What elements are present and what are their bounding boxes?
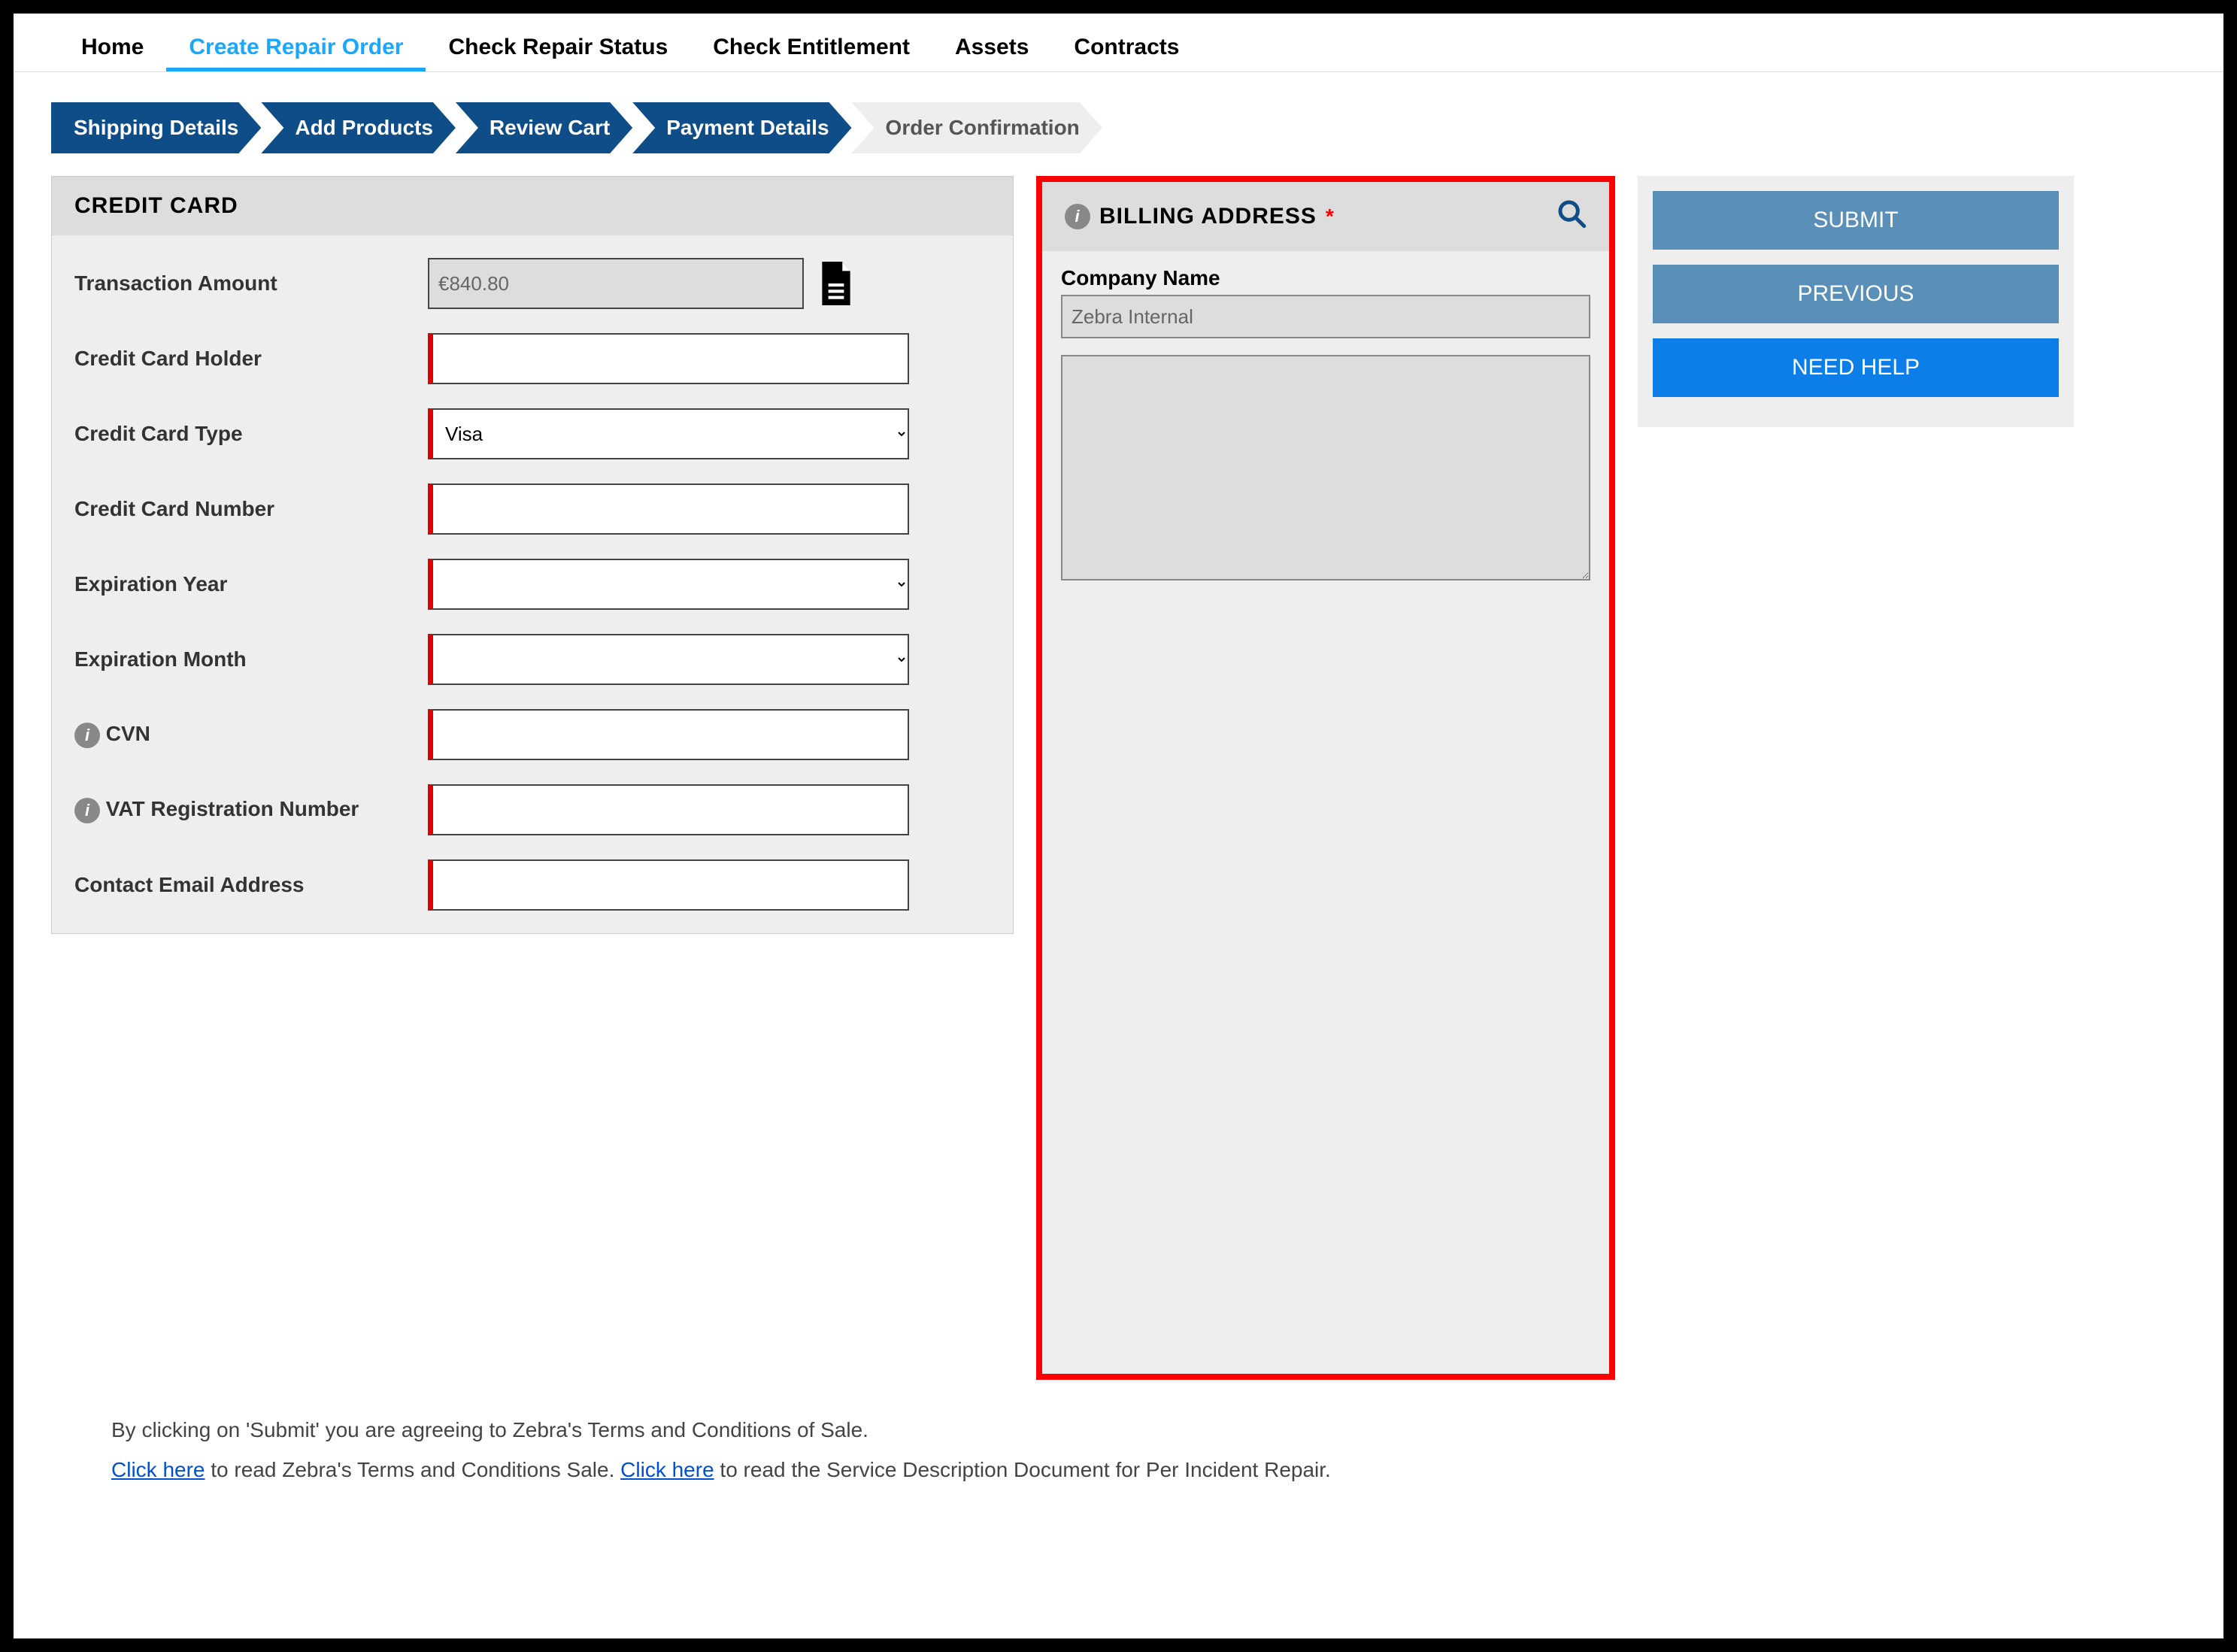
billing-address-panel: i BILLING ADDRESS * Company Name (1036, 176, 1615, 1380)
billing-address-textarea[interactable] (1061, 355, 1590, 580)
step-add-products[interactable]: Add Products (261, 102, 456, 153)
exp-month-select[interactable] (428, 634, 909, 685)
submit-button[interactable]: SUBMIT (1653, 191, 2059, 250)
cvn-label: i CVN (74, 722, 428, 748)
info-icon[interactable]: i (1065, 204, 1090, 229)
terms-link[interactable]: Click here (111, 1458, 205, 1481)
footer-mid1: to read Zebra's Terms and Conditions Sal… (205, 1458, 620, 1481)
nav-create-repair-order[interactable]: Create Repair Order (166, 27, 426, 71)
required-asterisk: * (1326, 205, 1335, 229)
footer-text: By clicking on 'Submit' you are agreeing… (51, 1380, 2186, 1505)
cc-type-select[interactable]: Visa (428, 408, 909, 459)
actions-panel: SUBMIT PREVIOUS NEED HELP (1638, 176, 2074, 427)
info-icon[interactable]: i (74, 798, 100, 823)
exp-year-select[interactable] (428, 559, 909, 610)
cvn-input[interactable] (428, 709, 909, 760)
billing-address-header: i BILLING ADDRESS * (1042, 182, 1609, 251)
email-input[interactable] (428, 859, 909, 911)
step-shipping-details[interactable]: Shipping Details (51, 102, 261, 153)
email-label: Contact Email Address (74, 873, 428, 897)
step-payment-details[interactable]: Payment Details (632, 102, 851, 153)
vat-label: i VAT Registration Number (74, 797, 428, 823)
company-name-label: Company Name (1061, 266, 1590, 290)
exp-year-label: Expiration Year (74, 572, 428, 596)
wizard-steps: Shipping Details Add Products Review Car… (51, 102, 2186, 153)
company-name-input (1061, 295, 1590, 338)
top-nav: Home Create Repair Order Check Repair St… (14, 14, 2223, 72)
vat-label-text: VAT Registration Number (106, 797, 359, 820)
footer-line1: By clicking on 'Submit' you are agreeing… (111, 1410, 2126, 1450)
nav-check-entitlement[interactable]: Check Entitlement (690, 27, 932, 71)
exp-month-label: Expiration Month (74, 647, 428, 671)
credit-card-panel: CREDIT CARD Transaction Amount Credit Ca… (51, 176, 1014, 934)
transaction-amount-label: Transaction Amount (74, 271, 428, 296)
transaction-amount-input (428, 258, 804, 309)
nav-check-repair-status[interactable]: Check Repair Status (426, 27, 690, 71)
cc-number-input[interactable] (428, 483, 909, 535)
document-icon[interactable] (817, 262, 855, 305)
search-icon[interactable] (1557, 199, 1587, 235)
cc-type-label: Credit Card Type (74, 422, 428, 446)
credit-card-title: CREDIT CARD (52, 177, 1013, 235)
step-review-cart[interactable]: Review Cart (456, 102, 632, 153)
cvn-label-text: CVN (106, 722, 150, 745)
cc-holder-label: Credit Card Holder (74, 347, 428, 371)
footer-mid2: to read the Service Description Document… (714, 1458, 1331, 1481)
cc-holder-input[interactable] (428, 333, 909, 384)
cc-number-label: Credit Card Number (74, 497, 428, 521)
step-order-confirmation: Order Confirmation (852, 102, 1102, 153)
need-help-button[interactable]: NEED HELP (1653, 338, 2059, 397)
nav-contracts[interactable]: Contracts (1051, 27, 1202, 71)
service-desc-link[interactable]: Click here (620, 1458, 714, 1481)
vat-input[interactable] (428, 784, 909, 835)
info-icon[interactable]: i (74, 723, 100, 748)
previous-button[interactable]: PREVIOUS (1653, 265, 2059, 323)
billing-address-title: BILLING ADDRESS (1099, 204, 1317, 229)
nav-home[interactable]: Home (59, 27, 166, 71)
nav-assets[interactable]: Assets (932, 27, 1051, 71)
